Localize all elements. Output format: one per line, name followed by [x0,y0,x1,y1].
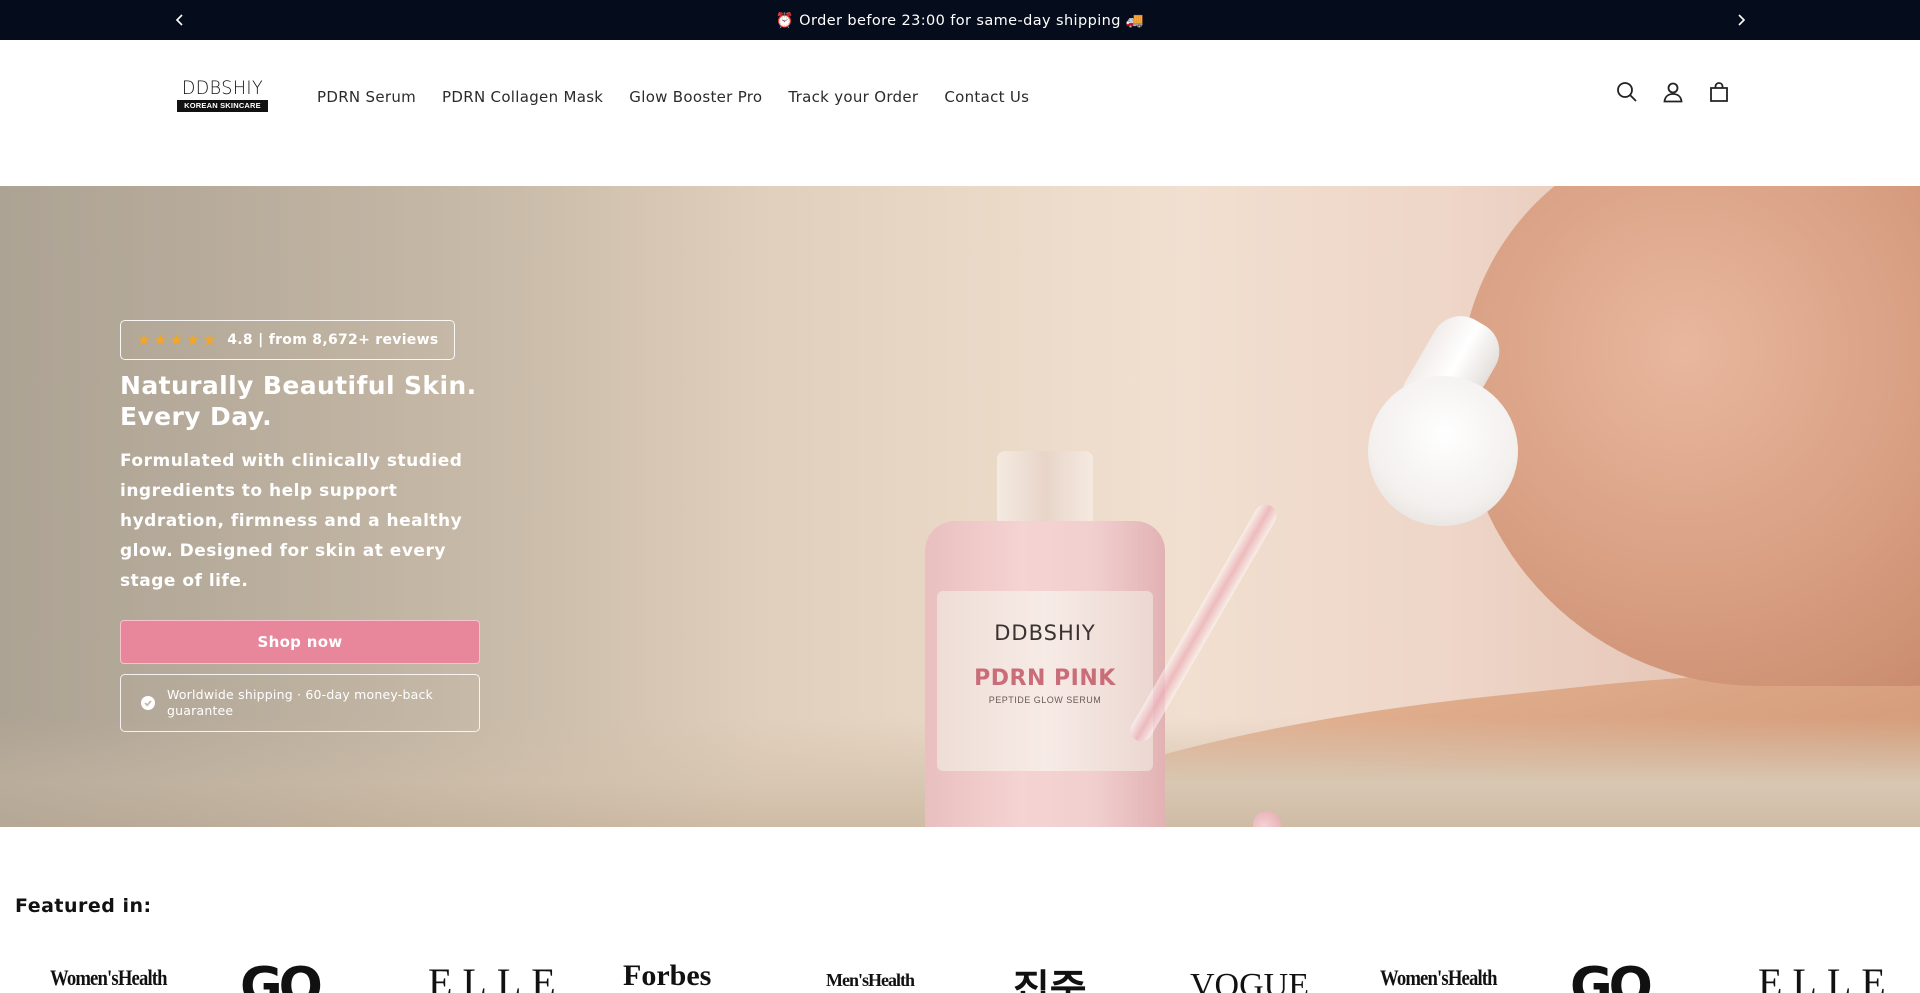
chevron-right-icon [1738,14,1746,26]
announcement-text: ⏰ Order before 23:00 for same-day shippi… [775,12,1145,29]
logo-wordmark: DDBSHIY [181,77,264,99]
cart-icon [1710,82,1728,102]
hero-title: Naturally Beautiful Skin. Every Day. [120,370,480,432]
rating-badge: ★★★★★ 4.8 | from 8,672+ reviews [120,320,456,360]
press-logo-gq-2: GQ [1570,957,1653,993]
guarantee-text: Worldwide shipping · 60-day money-back g… [167,687,433,718]
hero-content: ★★★★★ 4.8 | from 8,672+ reviews Naturall… [120,320,480,732]
announcement-bar: ⏰ Order before 23:00 for same-day shippi… [0,0,1920,40]
rating-text: 4.8 | from 8,672+ reviews [227,332,439,348]
hero-title-line1: Naturally Beautiful Skin. [120,371,477,400]
nav-item-pdrn-serum[interactable]: PDRN Serum [304,88,429,106]
announcement-next-button[interactable] [1726,0,1756,40]
hero-description: Formulated with clinically studied ingre… [120,451,463,591]
serum-bottle-image: DDBSHIY PDRN PINK PEPTIDE GLOW SERUM [925,451,1165,827]
hero-hand-dropper-image [1460,186,1920,686]
press-logo-elle-2: ELLE [1758,960,1896,993]
check-circle-icon [141,696,155,710]
press-logo-womens-health-2: Women'sHealth [1380,965,1498,990]
hero-banner: DDBSHIY PDRN PINK PEPTIDE GLOW SERUM ★★★… [0,186,1920,827]
bottle-product-sub: PEPTIDE GLOW SERUM [988,695,1102,705]
nav-item-glow-booster-pro[interactable]: Glow Booster Pro [616,88,775,106]
hero-title-line2: Every Day. [120,402,273,431]
press-logo-korean: 집중 [1013,967,1087,993]
logo-tagline: KOREAN SKINCARE [177,100,268,112]
press-logo-womens-health: Women'sHealth [50,965,168,990]
nav-item-pdrn-collagen-mask[interactable]: PDRN Collagen Mask [429,88,616,106]
nav-item-track-order[interactable]: Track your Order [775,88,931,106]
account-icon [1663,82,1683,103]
bottle-product-name: PDRN PINK [974,666,1116,691]
search-icon [1617,82,1637,102]
press-logo-vogue: VOGUE [1190,967,1309,993]
guarantee-badge: Worldwide shipping · 60-day money-back g… [120,674,480,732]
press-logo-elle: ELLE [428,960,566,993]
press-logo-forbes: Forbes [623,959,712,992]
bottle-neck [997,451,1093,523]
announcement-prev-button[interactable] [165,0,195,40]
star-rating-icon: ★★★★★ [137,332,220,349]
featured-logos: Women'sHealth GQ ELLE Forbes Men'sHealth… [0,955,1920,993]
header-icons [1614,79,1732,105]
site-logo[interactable]: DDBSHIY KOREAN SKINCARE [177,78,268,112]
nav-item-contact-us[interactable]: Contact Us [931,88,1042,106]
cart-button[interactable] [1706,79,1732,105]
search-button[interactable] [1614,79,1640,105]
site-header: DDBSHIY KOREAN SKINCARE PDRN Serum PDRN … [0,40,1920,186]
press-logo-gq: GQ [240,957,323,993]
chevron-left-icon [175,14,183,26]
press-logo-mens-health: Men'sHealth [826,970,915,990]
shop-now-button[interactable]: Shop now [120,620,480,664]
featured-title: Featured in: [15,895,152,917]
main-nav: PDRN Serum PDRN Collagen Mask Glow Boost… [304,80,1042,114]
account-button[interactable] [1660,79,1686,105]
bottle-brand: DDBSHIY [994,621,1096,645]
